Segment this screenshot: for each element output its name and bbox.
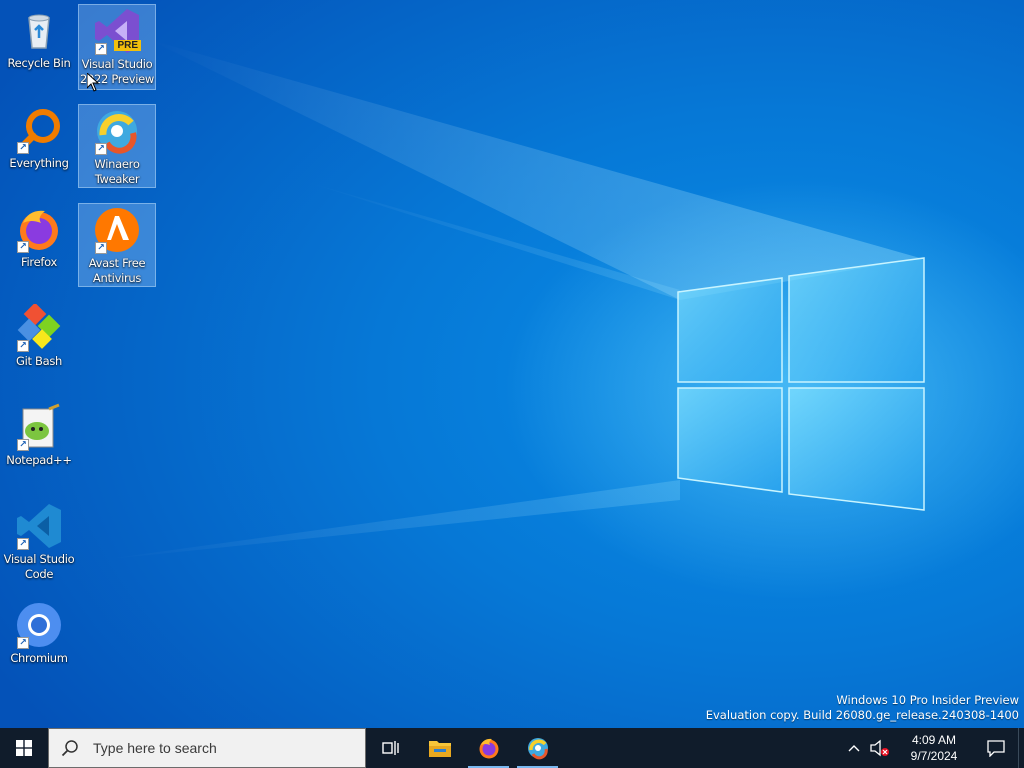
- desktop-icon-label: Notepad++: [6, 453, 72, 467]
- start-button[interactable]: [0, 728, 48, 768]
- shortcut-arrow-icon: ↗: [17, 340, 29, 352]
- desktop-icon-recycle-bin[interactable]: Recycle Bin: [0, 4, 78, 88]
- desktop-icon-everything[interactable]: ↗ Everything: [0, 104, 78, 188]
- avast-icon: ↗: [93, 206, 141, 254]
- taskbar-firefox[interactable]: [464, 728, 513, 768]
- shortcut-arrow-icon: ↗: [17, 241, 29, 253]
- taskbar-clock[interactable]: 4:09 AM 9/7/2024: [894, 732, 974, 764]
- taskbar-file-explorer[interactable]: [415, 728, 464, 768]
- taskbar-winaero-tweaker[interactable]: [513, 728, 562, 768]
- file-explorer-icon: [428, 741, 451, 757]
- firefox-icon: ↗: [15, 205, 63, 253]
- winaero-tweaker-icon: [527, 738, 548, 760]
- shortcut-arrow-icon: ↗: [95, 242, 107, 254]
- preview-badge: PRE: [114, 40, 141, 51]
- watermark-build: Evaluation copy. Build 26080.ge_release.…: [705, 708, 1019, 722]
- chevron-up-icon: [848, 745, 860, 752]
- shortcut-arrow-icon: ↗: [17, 538, 29, 550]
- volume-button[interactable]: [866, 728, 894, 768]
- windows-logo-wallpaper: [677, 257, 925, 511]
- recycle-bin-icon: [15, 6, 63, 54]
- desktop-icon-chromium[interactable]: ↗ Chromium: [0, 599, 78, 683]
- chromium-icon: ↗: [15, 601, 63, 649]
- everything-search-icon: ↗: [15, 106, 63, 154]
- notepad-plus-plus-icon: ↗: [15, 403, 63, 451]
- firefox-icon: [479, 738, 498, 759]
- shortcut-arrow-icon: ↗: [95, 43, 107, 55]
- desktop-icon-firefox[interactable]: ↗ Firefox: [0, 203, 78, 287]
- clock-date: 9/7/2024: [910, 749, 958, 763]
- notification-icon: [987, 740, 1005, 757]
- desktop-icon-avast[interactable]: ↗ Avast Free Antivirus: [78, 203, 156, 287]
- search-icon: [61, 740, 78, 757]
- desktop-icon-winaero-tweaker[interactable]: ↗ Winaero Tweaker: [78, 104, 156, 188]
- show-desktop-button[interactable]: [1018, 728, 1024, 768]
- system-tray: 4:09 AM 9/7/2024: [842, 728, 1024, 768]
- desktop-icon-label: Recycle Bin: [7, 56, 71, 70]
- show-hidden-icons-button[interactable]: [842, 728, 866, 768]
- desktop-icon-git-bash[interactable]: ↗ Git Bash: [0, 302, 78, 386]
- shortcut-arrow-icon: ↗: [17, 637, 29, 649]
- mouse-cursor-icon: [87, 73, 99, 92]
- desktop-icon-notepad-plus-plus[interactable]: ↗ Notepad++: [0, 401, 78, 485]
- volume-muted-icon: [870, 739, 889, 757]
- taskbar-search-box[interactable]: Type here to search: [48, 728, 366, 768]
- desktop-icon-label: Visual Studio Code: [3, 552, 75, 581]
- clock-time: 4:09 AM: [911, 733, 957, 747]
- git-bash-icon: ↗: [15, 302, 63, 352]
- taskbar: Type here to search 4:09 AM 9/7/2024: [0, 728, 1024, 768]
- windows-evaluation-watermark: Windows 10 Pro Insider Preview Evaluatio…: [706, 693, 1019, 723]
- desktop-icon-label: Chromium: [10, 651, 68, 665]
- shortcut-arrow-icon: ↗: [17, 439, 29, 451]
- watermark-edition: Windows 10 Pro Insider Preview: [836, 693, 1019, 707]
- desktop-icon-label: Everything: [9, 156, 69, 170]
- winaero-tweaker-icon: ↗: [93, 107, 141, 155]
- task-view-button[interactable]: [366, 728, 415, 768]
- search-placeholder: Type here to search: [93, 740, 217, 756]
- task-view-icon: [381, 741, 399, 755]
- shortcut-arrow-icon: ↗: [17, 142, 29, 154]
- desktop-icon-label: Winaero Tweaker: [94, 157, 140, 186]
- desktop[interactable]: Recycle Bin PRE ↗ Visual Studio 2022 Pre…: [0, 0, 1024, 728]
- desktop-icon-label: Git Bash: [15, 354, 63, 368]
- action-center-button[interactable]: [974, 728, 1018, 768]
- desktop-icon-label: Firefox: [21, 255, 57, 269]
- windows-start-icon: [16, 740, 32, 756]
- shortcut-arrow-icon: ↗: [95, 143, 107, 155]
- visual-studio-preview-icon: PRE ↗: [93, 7, 141, 55]
- desktop-icon-vscode[interactable]: ↗ Visual Studio Code: [0, 500, 78, 584]
- desktop-icon-label: Avast Free Antivirus: [88, 256, 146, 285]
- vscode-icon: ↗: [15, 502, 63, 550]
